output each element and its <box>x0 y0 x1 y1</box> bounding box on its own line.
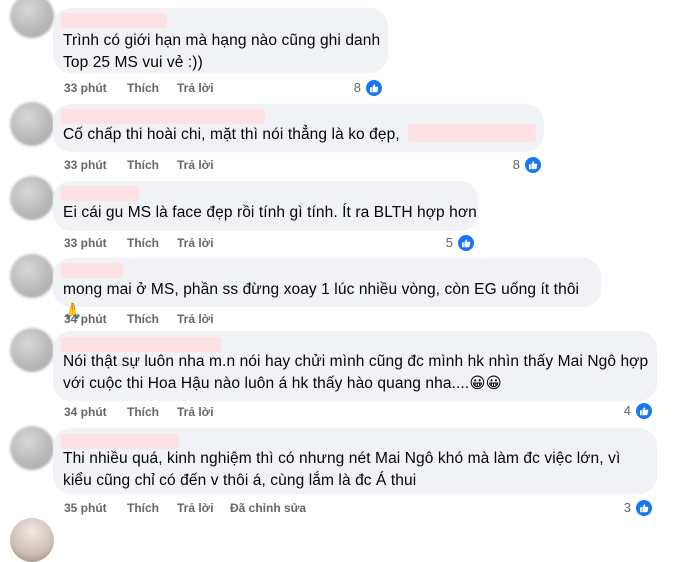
thumbs-up-icon <box>635 499 653 517</box>
thumbs-up-icon <box>365 79 383 97</box>
author-name[interactable] <box>61 434 179 449</box>
comment-text: Trình có giới hạn mà hạng nào cũng ghi d… <box>63 30 380 74</box>
avatar[interactable] <box>10 426 54 470</box>
edited-label[interactable]: Đã chỉnh sửa <box>230 501 306 515</box>
thumbs-up-icon <box>635 402 653 420</box>
reaction-count[interactable]: 4 <box>611 402 653 420</box>
comment-bubble: mong mai ở MS, phần ss đừng xoay 1 lúc n… <box>53 258 601 320</box>
like-count: 8 <box>512 157 520 172</box>
reply-button[interactable]: Trả lời <box>177 312 214 326</box>
reaction-count[interactable]: 8 <box>340 79 383 97</box>
timestamp[interactable]: 33 phút <box>64 158 107 172</box>
comment-text: Ei cái gu MS là face đẹp rồi tính gì tín… <box>63 202 477 224</box>
like-button[interactable]: Thích <box>127 405 159 419</box>
comment-bubble: Ei cái gu MS là face đẹp rồi tính gì tín… <box>53 181 478 231</box>
timestamp[interactable]: 34 phút <box>64 405 107 419</box>
mention-tag[interactable] <box>407 124 536 142</box>
reply-button[interactable]: Trả lời <box>177 158 214 172</box>
author-name[interactable] <box>61 13 167 28</box>
reaction-count[interactable]: 5 <box>433 234 475 252</box>
reply-button[interactable]: Trả lời <box>177 236 214 250</box>
avatar[interactable] <box>10 518 54 562</box>
avatar[interactable] <box>10 176 54 220</box>
like-count: 5 <box>445 235 453 250</box>
thumbs-up-icon <box>524 156 542 174</box>
avatar[interactable] <box>10 0 54 38</box>
reaction-count[interactable]: 3 <box>611 499 653 517</box>
like-button[interactable]: Thích <box>127 81 159 95</box>
like-button[interactable]: Thích <box>127 158 159 172</box>
avatar[interactable] <box>10 102 54 146</box>
reaction-count[interactable]: 8 <box>500 156 542 174</box>
like-count: 3 <box>623 500 631 515</box>
comment-bubble: Trình có giới hạn mà hạng nào cũng ghi d… <box>53 8 388 73</box>
reply-button[interactable]: Trả lời <box>177 405 214 419</box>
comment-line: kiểu cũng chỉ có đến v thôi á, cùng lắm … <box>63 472 417 489</box>
timestamp[interactable]: 34 phút <box>64 312 107 326</box>
like-button[interactable]: Thích <box>127 501 159 515</box>
thumbs-up-icon <box>457 234 475 252</box>
author-name[interactable] <box>61 109 265 124</box>
comment-line: với cuộc thi Hoa Hậu nào luôn á hk thấy … <box>63 375 502 392</box>
like-count: 4 <box>623 403 631 418</box>
comment-line: Trình có giới hạn mà hạng nào cũng ghi d… <box>63 32 381 49</box>
comment-line: Top 25 MS vui vẻ :)) <box>63 54 203 71</box>
comment-text: Nói thật sự luôn nha m.n nói hay chửi mì… <box>63 351 648 395</box>
comment-line: Ei cái gu MS là face đẹp rồi tính gì tín… <box>63 204 477 221</box>
comment-bubble: Thi nhiều quá, kinh nghiệm thì có nhưng … <box>53 428 657 494</box>
author-name[interactable] <box>61 337 221 352</box>
reply-button[interactable]: Trả lời <box>177 501 214 515</box>
comment-line: Nói thật sự luôn nha m.n nói hay chửi mì… <box>63 353 649 370</box>
comment-bubble: Cố chấp thi hoài chi, mặt thì nói thẳng … <box>53 104 544 152</box>
timestamp[interactable]: 33 phút <box>64 236 107 250</box>
avatar[interactable] <box>10 328 54 372</box>
comment-line: Thi nhiều quá, kinh nghiệm thì có nhưng … <box>63 450 621 467</box>
like-count: 8 <box>353 80 361 95</box>
timestamp[interactable]: 35 phút <box>64 501 107 515</box>
reply-button[interactable]: Trả lời <box>177 81 214 95</box>
like-button[interactable]: Thích <box>127 312 159 326</box>
author-name[interactable] <box>61 186 139 201</box>
comment-line: Cố chấp thi hoài chi, mặt thì nói thẳng … <box>63 126 400 143</box>
comment-text: Thi nhiều quá, kinh nghiệm thì có nhưng … <box>63 448 620 492</box>
comment-text: Cố chấp thi hoài chi, mặt thì nói thẳng … <box>63 124 536 146</box>
timestamp[interactable]: 33 phút <box>64 81 107 95</box>
like-button[interactable]: Thích <box>127 236 159 250</box>
author-name[interactable] <box>61 263 123 278</box>
comment-bubble: Nói thật sự luôn nha m.n nói hay chửi mì… <box>53 331 657 401</box>
avatar[interactable] <box>10 254 54 298</box>
